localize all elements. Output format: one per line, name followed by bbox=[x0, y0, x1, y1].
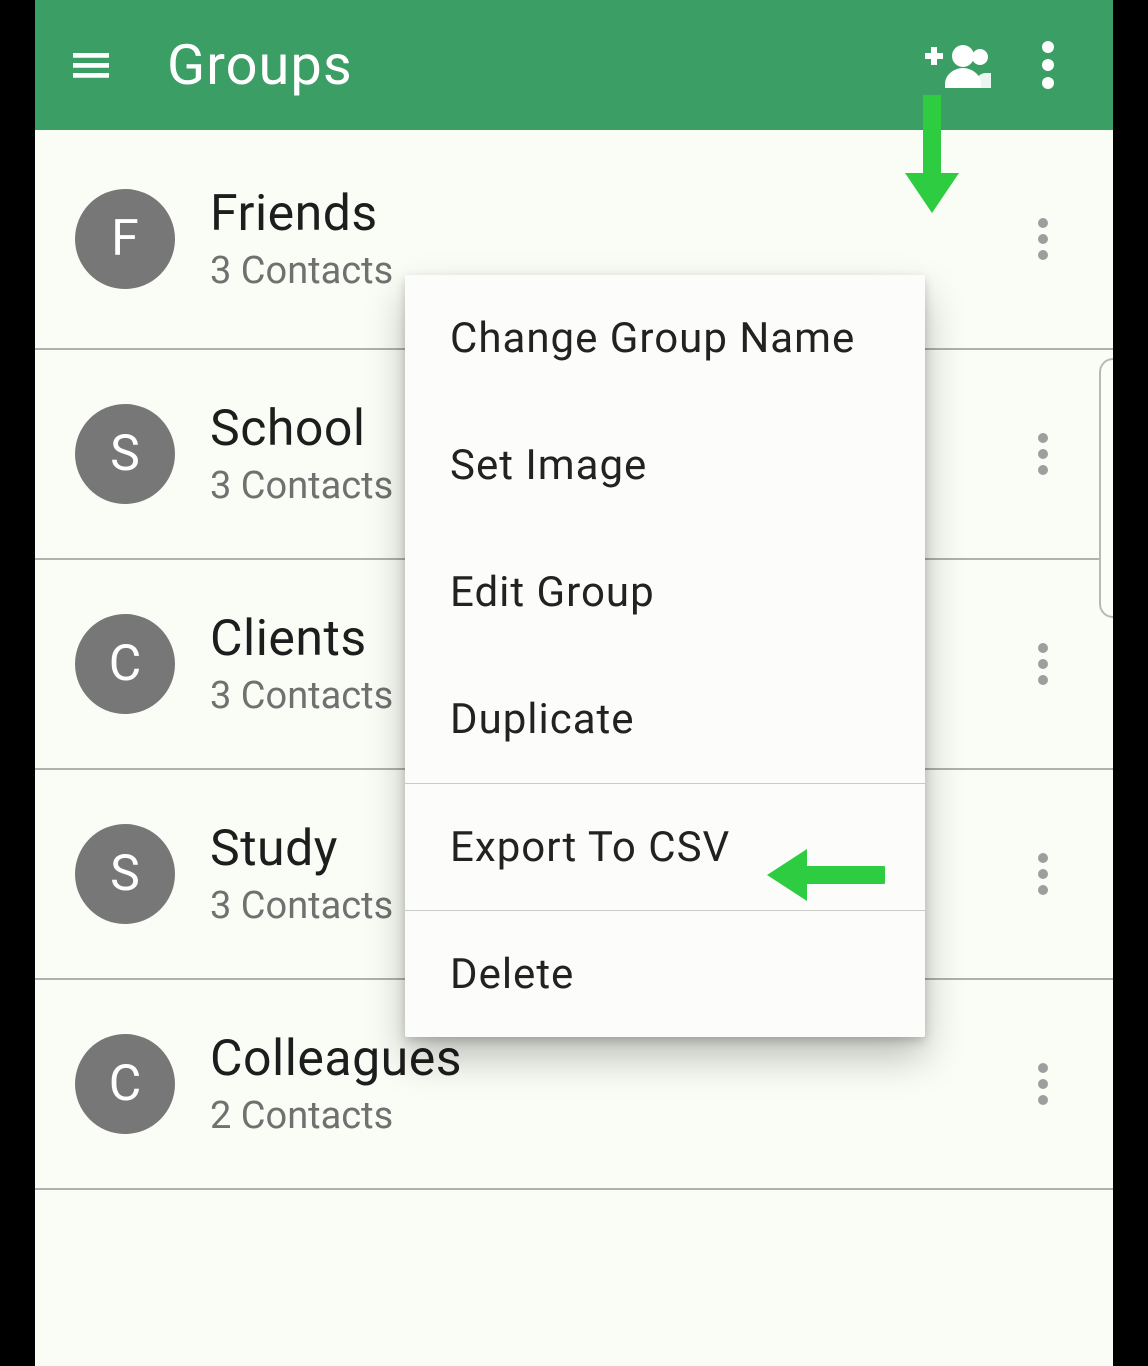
menu-export-csv[interactable]: Export To CSV bbox=[405, 783, 925, 910]
avatar: S bbox=[75, 824, 175, 924]
item-overflow-icon[interactable] bbox=[1013, 404, 1073, 504]
item-overflow-icon[interactable] bbox=[1013, 614, 1073, 714]
menu-duplicate[interactable]: Duplicate bbox=[405, 656, 925, 783]
avatar: F bbox=[75, 189, 175, 289]
page-title: Groups bbox=[167, 32, 913, 98]
item-overflow-icon[interactable] bbox=[1013, 824, 1073, 924]
add-group-icon[interactable] bbox=[913, 20, 1003, 110]
overflow-icon[interactable] bbox=[1003, 20, 1093, 110]
context-menu: Change Group Name Set Image Edit Group D… bbox=[405, 275, 925, 1037]
menu-change-name[interactable]: Change Group Name bbox=[405, 275, 925, 402]
menu-edit-group[interactable]: Edit Group bbox=[405, 529, 925, 656]
menu-icon[interactable] bbox=[55, 29, 127, 101]
app-screen: Groups F Friends 3 Contacts bbox=[35, 0, 1113, 1366]
list-item-text: Colleagues 2 Contacts bbox=[210, 1030, 1013, 1138]
group-count: 2 Contacts bbox=[210, 1094, 1013, 1138]
group-name: Friends bbox=[210, 185, 1013, 243]
avatar: C bbox=[75, 1034, 175, 1134]
menu-set-image[interactable]: Set Image bbox=[405, 402, 925, 529]
group-name: Colleagues bbox=[210, 1030, 1013, 1088]
item-overflow-icon[interactable] bbox=[1013, 189, 1073, 289]
menu-delete[interactable]: Delete bbox=[405, 910, 925, 1037]
avatar: S bbox=[75, 404, 175, 504]
app-bar: Groups bbox=[35, 0, 1113, 130]
avatar: C bbox=[75, 614, 175, 714]
scroll-handle[interactable] bbox=[1099, 358, 1113, 618]
item-overflow-icon[interactable] bbox=[1013, 1034, 1073, 1134]
